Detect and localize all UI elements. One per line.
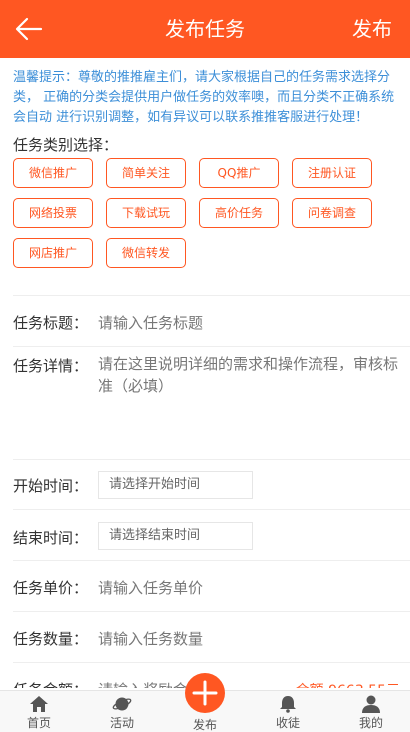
publish-fab-button[interactable]: [185, 673, 225, 713]
back-button[interactable]: [14, 14, 44, 44]
task-detail-row: 任务详情： 请在这里说明详细的需求和操作流程，审核标准（必填）: [13, 347, 410, 460]
category-grid: 微信推广 简单关注 QQ推广 注册认证 网络投票 下载试玩 高价任务 问卷调查 …: [0, 154, 410, 268]
plus-icon: [192, 680, 218, 706]
unit-price-row: 任务单价： 请输入任务单价: [13, 561, 410, 612]
start-time-label: 开始时间：: [13, 477, 89, 495]
bell-icon: [280, 696, 296, 713]
publish-button[interactable]: 发布: [352, 0, 392, 58]
tip-notice: 温馨提示：尊敬的推推雇主们，请大家根据自己的任务需求选择分类， 正确的分类会提供…: [13, 70, 395, 125]
unit-price-input[interactable]: 请输入任务单价: [98, 577, 203, 598]
tab-home[interactable]: 首页: [9, 691, 69, 732]
category-download-trial[interactable]: 下载试玩: [106, 198, 186, 228]
end-time-row: 结束时间： 请选择结束时间: [13, 510, 410, 561]
category-online-vote[interactable]: 网络投票: [13, 198, 93, 228]
publish-form: 温馨提示：尊敬的推推雇主们，请大家根据自己的任务需求选择分类， 正确的分类会提供…: [0, 58, 410, 688]
task-title-input[interactable]: 请输入任务标题: [98, 312, 203, 333]
end-time-picker[interactable]: 请选择结束时间: [98, 522, 253, 550]
quantity-label: 任务数量：: [13, 630, 89, 648]
unit-price-label: 任务单价：: [13, 579, 89, 597]
tab-apprentice-label: 收徒: [275, 716, 300, 730]
task-detail-textarea[interactable]: 请在这里说明详细的需求和操作流程，审核标准（必填）: [98, 353, 400, 397]
top-header: 发布任务 发布: [0, 0, 410, 58]
task-detail-label: 任务详情：: [13, 357, 89, 375]
category-simple-follow[interactable]: 简单关注: [106, 158, 186, 188]
tab-activity[interactable]: 活动: [92, 691, 152, 732]
category-register-verify[interactable]: 注册认证: [292, 158, 372, 188]
start-time-row: 开始时间： 请选择开始时间: [13, 460, 410, 510]
quantity-input[interactable]: 请输入任务数量: [98, 628, 203, 649]
task-title-row: 任务标题： 请输入任务标题: [13, 296, 410, 347]
planet-icon: [112, 697, 132, 711]
tab-mine[interactable]: 我的: [341, 691, 401, 732]
page-title: 发布任务: [165, 17, 245, 41]
category-high-price[interactable]: 高价任务: [199, 198, 279, 228]
category-wechat-forward[interactable]: 微信转发: [106, 238, 186, 268]
tab-publish-label[interactable]: 发布: [175, 716, 235, 732]
category-shop-promo[interactable]: 网店推广: [13, 238, 93, 268]
tab-activity-label: 活动: [109, 716, 134, 730]
balance-text: 余额 9663.55元: [296, 680, 400, 688]
tab-apprentice[interactable]: 收徒: [258, 691, 318, 732]
quantity-row: 任务数量： 请输入任务数量: [13, 612, 410, 663]
amount-label: 任务金额：: [13, 679, 88, 688]
start-time-picker[interactable]: 请选择开始时间: [98, 471, 253, 499]
category-survey[interactable]: 问卷调查: [292, 198, 372, 228]
category-qq-promo[interactable]: QQ推广: [199, 158, 279, 188]
end-time-label: 结束时间：: [13, 529, 89, 547]
task-title-label: 任务标题：: [13, 314, 89, 332]
tab-home-label: 首页: [26, 716, 51, 730]
arrow-left-icon: [15, 17, 43, 41]
category-title: 任务类别选择：: [13, 136, 119, 154]
user-icon: [362, 695, 380, 713]
tab-mine-label: 我的: [358, 716, 383, 730]
category-wechat-promo[interactable]: 微信推广: [13, 158, 93, 188]
home-icon: [30, 696, 48, 712]
